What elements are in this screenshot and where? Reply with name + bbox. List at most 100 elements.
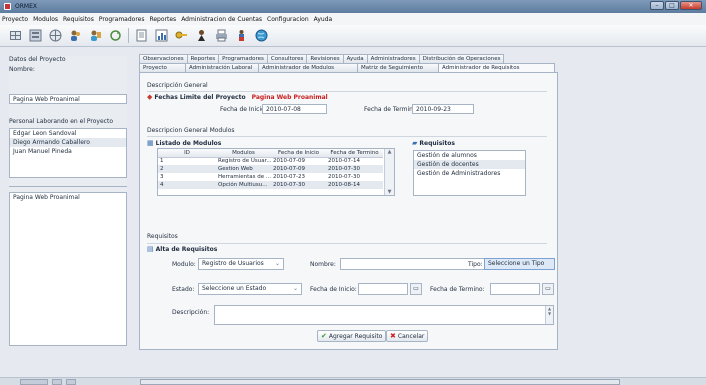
- table-cell: 2010-07-30: [271, 181, 326, 189]
- list-item[interactable]: Gestión de Administradores: [414, 169, 525, 178]
- doc-icon[interactable]: [134, 28, 149, 43]
- maximize-button[interactable]: □: [665, 1, 679, 10]
- agregar-requisito-button[interactable]: ✔ Agregar Requisito: [317, 330, 387, 342]
- divider: [147, 136, 547, 137]
- column-header[interactable]: Fecha de Termino: [326, 149, 383, 158]
- tab-administrador-requisitos[interactable]: Administrador de Requisitos: [438, 63, 555, 72]
- tab-ayuda[interactable]: Ayuda: [342, 54, 368, 63]
- table-scrollbar[interactable]: ▲ ▼: [384, 149, 394, 195]
- project-end-date[interactable]: 2010-09-23: [412, 104, 474, 114]
- app-icon: [4, 3, 11, 10]
- minimize-button[interactable]: –: [650, 1, 664, 10]
- person-icon[interactable]: [194, 28, 209, 43]
- table-row[interactable]: 2 Gestion Web 2010-07-09 2010-07-30: [158, 165, 383, 173]
- modulos-table[interactable]: ID Modulos Fecha de Inicio Fecha de Term…: [157, 148, 395, 196]
- descripcion-textarea[interactable]: ▲ ▼: [214, 305, 554, 325]
- project-list[interactable]: Pagina Web Proanimal: [9, 192, 127, 346]
- grid-icon[interactable]: [8, 28, 23, 43]
- table-cell: Registro de Usuar...: [218, 158, 271, 165]
- list-item[interactable]: Pagina Web Proanimal: [10, 193, 126, 202]
- column-header[interactable]: Fecha de Inicio: [271, 149, 326, 158]
- project-panel: Datos del Proyecto Nombre: Pagina Web Pr…: [9, 56, 127, 346]
- document-icon: ▤: [147, 245, 154, 253]
- requisito-end-date[interactable]: [490, 283, 540, 295]
- tab-administrador-modulos[interactable]: Administrador de Modulos: [258, 63, 358, 72]
- requisitos-list[interactable]: Gestión de alumnos Gestión de docentes G…: [413, 150, 526, 196]
- menu-requisitos[interactable]: Requisitos: [63, 16, 94, 23]
- list-item[interactable]: Diego Armando Caballero: [10, 138, 126, 147]
- title-bar: ORMEX – □ ✕: [0, 0, 706, 13]
- scroll-up-icon[interactable]: ▲: [385, 149, 394, 155]
- users-edit-icon[interactable]: [88, 28, 103, 43]
- menu-proyecto[interactable]: Proyecto: [2, 16, 28, 23]
- table-row[interactable]: 4 Opción Multiusu... 2010-07-30 2010-08-…: [158, 181, 383, 189]
- menu-ayuda[interactable]: Ayuda: [314, 16, 333, 23]
- toolbar: [0, 25, 706, 47]
- table-cell: 4: [158, 181, 216, 189]
- tab-administracion-laboral[interactable]: Administración Laboral: [185, 63, 259, 72]
- column-header[interactable]: ID: [158, 149, 216, 158]
- tab-administradores[interactable]: Administradores: [366, 54, 420, 63]
- menu-configuracion[interactable]: Configuracion: [267, 16, 309, 23]
- modulos-section-title: Descripcion General Modulos: [147, 127, 235, 134]
- fecha-termino-label: Fecha de Termino:: [430, 286, 485, 293]
- check-icon: ✔: [321, 332, 327, 340]
- divider: [147, 243, 547, 244]
- cancelar-button[interactable]: ✖ Cancelar: [386, 330, 429, 342]
- refresh-icon[interactable]: [108, 28, 123, 43]
- x-icon: ✖: [390, 332, 396, 340]
- tab-proyecto[interactable]: Proyecto: [139, 63, 186, 72]
- tab-distribucion-operaciones[interactable]: Distribución de Operaciones: [418, 54, 505, 63]
- chart-icon[interactable]: [154, 28, 169, 43]
- calendar-picker-icon[interactable]: ▭: [410, 283, 422, 295]
- globe-blue-icon[interactable]: [254, 28, 269, 43]
- tab-programadores[interactable]: Programadores: [218, 54, 268, 63]
- menu-administracion-cuentas[interactable]: Administracion de Cuentas: [181, 16, 262, 23]
- menu-reportes[interactable]: Reportes: [149, 16, 176, 23]
- estado-label: Estado:: [172, 286, 195, 293]
- taskbar-item[interactable]: [140, 379, 620, 385]
- scroll-down-icon[interactable]: ▼: [385, 189, 394, 195]
- estado-select-value: Seleccione un Estado: [202, 285, 267, 292]
- table-row[interactable]: 1 Registro de Usuar... 2010-07-09 2010-0…: [158, 157, 383, 165]
- list-item[interactable]: Edgar Leon Sandoval: [10, 129, 126, 138]
- globe-icon[interactable]: [48, 28, 63, 43]
- descripcion-label: Descripción:: [172, 309, 210, 316]
- users-icon[interactable]: [68, 28, 83, 43]
- list-icon[interactable]: [28, 28, 43, 43]
- close-button[interactable]: ✕: [680, 1, 702, 10]
- tab-observaciones[interactable]: Observaciones: [139, 54, 188, 63]
- project-start-date[interactable]: 2010-07-08: [262, 104, 327, 114]
- person-group-icon[interactable]: [234, 28, 249, 43]
- tipo-select[interactable]: Seleccione un Tipo: [484, 258, 555, 270]
- requisito-start-date[interactable]: [358, 283, 408, 295]
- list-item[interactable]: Gestión de alumnos: [414, 151, 525, 160]
- tab-matriz-seguimiento[interactable]: Matriz de Seguimiento: [357, 63, 439, 72]
- divider: [147, 91, 547, 92]
- tab-consultores[interactable]: Consultores: [266, 54, 308, 63]
- menu-programadores[interactable]: Programadores: [99, 16, 145, 23]
- table-cell: 3: [160, 174, 164, 180]
- toolbar-separator: [128, 28, 129, 43]
- calendar-picker-icon[interactable]: ▭: [542, 283, 554, 295]
- fechas-header: ◆ Fechas Limite del Proyecto Pagina Web …: [147, 93, 328, 101]
- datos-proyecto-label: Datos del Proyecto: [9, 56, 66, 63]
- textarea-scrollbar[interactable]: ▲ ▼: [545, 306, 553, 324]
- tab-reportes[interactable]: Reportes: [186, 54, 220, 63]
- key-icon[interactable]: [174, 28, 189, 43]
- project-name-field[interactable]: Pagina Web Proanimal: [9, 94, 127, 104]
- printer-icon[interactable]: [214, 28, 229, 43]
- estado-select[interactable]: Seleccione un Estado ⌄: [198, 283, 302, 295]
- column-header[interactable]: Modulos: [216, 149, 271, 158]
- menu-modulos[interactable]: Modulos: [33, 16, 58, 23]
- table-row[interactable]: 3 Herramientas de ... 2010-07-23 2010-07…: [158, 173, 383, 181]
- modulo-select[interactable]: Registro de Usuarios ⌄: [198, 258, 284, 270]
- personal-list[interactable]: Edgar Leon Sandoval Diego Armando Caball…: [9, 128, 127, 178]
- taskbar-item[interactable]: [66, 379, 76, 385]
- taskbar-item[interactable]: [52, 379, 62, 385]
- tab-revisiones[interactable]: Revisiones: [306, 54, 344, 63]
- list-item[interactable]: Juan Manuel Pineda: [10, 147, 126, 156]
- list-item[interactable]: Gestión de docentes: [414, 160, 525, 169]
- panel-divider[interactable]: [9, 186, 127, 190]
- taskbar-item[interactable]: [20, 379, 48, 385]
